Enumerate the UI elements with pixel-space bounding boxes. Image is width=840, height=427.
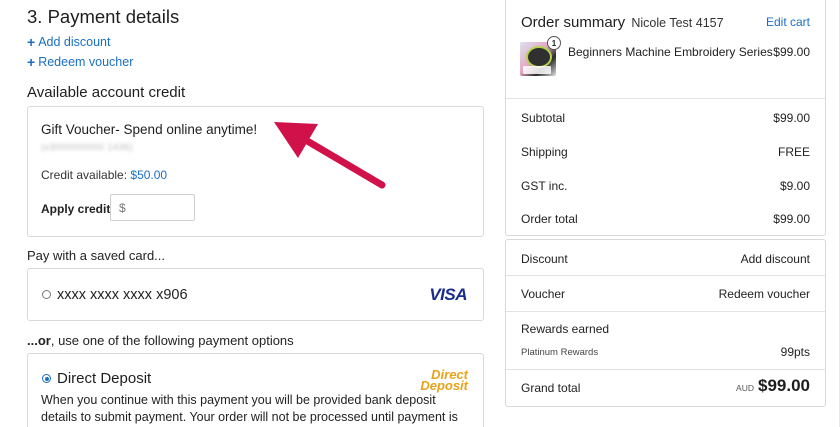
payment-options-heading: ...or, use one of the following payment … <box>27 333 294 348</box>
visa-logo: VISA <box>429 285 467 304</box>
redeem-voucher-label: Redeem voucher <box>38 55 134 69</box>
summary-divider <box>506 369 825 370</box>
direct-deposit-logo-line2: Deposit <box>420 378 468 393</box>
summary-divider <box>506 275 825 276</box>
rewards-tier: Platinum Rewards <box>521 347 599 358</box>
red-arrow-annotation <box>274 122 386 189</box>
credit-available-label: Credit available: <box>41 168 128 182</box>
order-total-value: $99.00 <box>773 212 810 226</box>
order-summary-heading: Order summary <box>521 14 626 31</box>
direct-deposit-label: Direct Deposit <box>57 370 152 387</box>
rewards-points: 99pts <box>780 345 810 359</box>
saved-card-radio[interactable] <box>42 290 51 299</box>
product-quantity-badge: 1 <box>547 36 561 50</box>
gst-label: GST inc. <box>521 179 568 193</box>
shipping-label: Shipping <box>521 145 568 159</box>
order-total-label: Order total <box>521 212 578 226</box>
plus-icon: + <box>27 34 36 50</box>
subtotal-value: $99.00 <box>773 111 810 125</box>
saved-card-option[interactable]: xxxx xxxx xxxx x906 VISA <box>27 268 484 321</box>
grand-total-value: $99.00 <box>758 376 810 395</box>
saved-card-heading: Pay with a saved card... <box>27 248 166 263</box>
order-summary-title: Order summary Nicole Test 4157 <box>521 14 724 31</box>
redeem-voucher-link[interactable]: + Redeem voucher <box>27 55 133 69</box>
apply-credit-input[interactable]: $ <box>110 194 195 221</box>
direct-deposit-radio[interactable] <box>42 374 51 383</box>
credit-available-value: $50.00 <box>130 168 168 182</box>
apply-credit-label: Apply credit <box>41 202 111 216</box>
subtotal-label: Subtotal <box>521 111 566 125</box>
summary-divider <box>506 98 825 99</box>
add-discount-label: Add discount <box>38 35 111 49</box>
voucher-label: Voucher <box>521 287 566 301</box>
grand-total-label: Grand total <box>521 381 581 395</box>
shipping-value: FREE <box>777 145 810 159</box>
direct-deposit-option[interactable]: Direct Deposit Direct Deposit When you c… <box>27 353 484 427</box>
add-discount-link[interactable]: + Add discount <box>27 35 110 49</box>
payment-details-title: 3. Payment details <box>27 6 180 27</box>
gift-voucher-number: (x3000000000 1436) <box>41 142 134 152</box>
credit-available: Credit available: $50.00 <box>41 168 167 182</box>
direct-deposit-logo: Direct Deposit <box>420 368 468 393</box>
gst-value: $9.00 <box>779 179 810 193</box>
grand-total: AUD $99.00 <box>736 376 810 396</box>
edit-cart-link[interactable]: Edit cart <box>766 15 810 29</box>
or-rest: , use one of the following payment optio… <box>50 333 294 348</box>
summary-redeem-voucher-link[interactable]: Redeem voucher <box>719 287 810 301</box>
gift-voucher-card: Gift Voucher- Spend online anytime! (x30… <box>27 106 484 237</box>
customer-name: Nicole Test 4157 <box>631 16 724 30</box>
direct-deposit-description: When you continue with this payment you … <box>41 393 458 424</box>
product-name: Beginners Machine Embroidery Series <box>568 45 773 59</box>
discount-label: Discount <box>521 252 568 266</box>
account-credit-heading: Available account credit <box>27 84 186 101</box>
plus-icon: + <box>27 54 36 70</box>
product-price: $99.00 <box>773 45 810 59</box>
grand-total-currency: AUD <box>736 383 754 393</box>
or-bold: ...or <box>27 333 51 348</box>
summary-add-discount-link[interactable]: Add discount <box>741 252 810 266</box>
saved-card-number: xxxx xxxx xxxx x906 <box>57 287 188 303</box>
rewards-earned-label: Rewards earned <box>521 322 610 336</box>
gift-voucher-title: Gift Voucher- Spend online anytime! <box>41 122 258 137</box>
summary-divider <box>506 311 825 312</box>
order-summary-card: Order summary Nicole Test 4157 Edit cart… <box>505 0 826 236</box>
order-extras-card: Discount Add discount Voucher Redeem vou… <box>505 239 826 407</box>
